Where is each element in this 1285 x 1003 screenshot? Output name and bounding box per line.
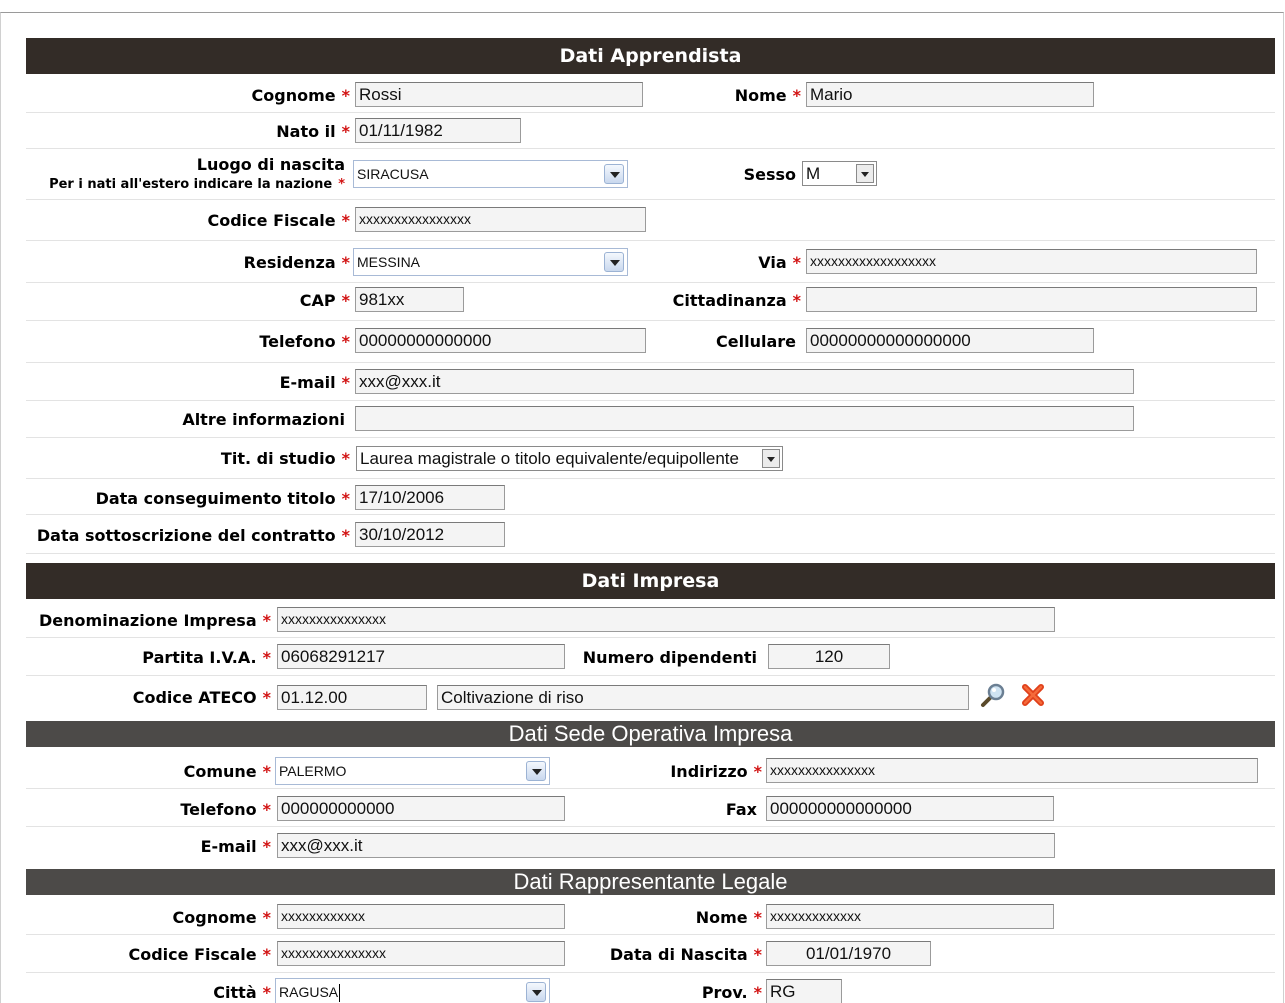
dipendenti-input[interactable]: 120 — [768, 644, 890, 669]
dipendenti-label: Numero dipendenti — [582, 648, 757, 667]
piva-input[interactable]: 06068291217 — [277, 644, 565, 669]
chevron-down-icon[interactable] — [526, 982, 546, 1002]
titolo-select[interactable]: Laurea magistrale o titolo equivalente/e… — [356, 446, 783, 471]
cf-label: Codice Fiscale * — [207, 211, 350, 230]
rapp-nome-label: Nome * — [695, 908, 762, 927]
nato-input[interactable]: 01/11/1982 — [355, 118, 521, 143]
ateco-desc-input[interactable]: Coltivazione di riso — [437, 685, 969, 710]
section-header-sede: Dati Sede Operativa Impresa — [26, 721, 1275, 747]
piva-label: Partita I.V.A. * — [142, 648, 271, 667]
rapp-prov-input[interactable]: RG — [766, 979, 842, 1003]
chevron-down-icon[interactable] — [762, 449, 780, 468]
sede-indirizzo-label: Indirizzo * — [670, 762, 762, 781]
sottoscrizione-input[interactable]: 30/10/2012 — [355, 522, 505, 547]
sede-comune-select[interactable]: PALERMO — [275, 757, 550, 785]
sede-telefono-label: Telefono * — [180, 800, 271, 819]
sede-comune-label: Comune * — [183, 762, 271, 781]
sottoscrizione-label: Data sottoscrizione del contratto * — [36, 526, 350, 545]
ateco-code-input[interactable]: 01.12.00 — [277, 685, 427, 710]
cap-input[interactable]: 981xx — [355, 287, 464, 312]
via-input[interactable]: xxxxxxxxxxxxxxxxxx — [806, 249, 1257, 274]
denominazione-input[interactable]: xxxxxxxxxxxxxxx — [277, 607, 1055, 632]
rapp-cf-input[interactable]: xxxxxxxxxxxxxxx — [277, 941, 565, 966]
sede-indirizzo-input[interactable]: xxxxxxxxxxxxxxx — [766, 758, 1258, 783]
denominazione-label: Denominazione Impresa * — [39, 611, 271, 630]
sede-fax-label: Fax — [725, 800, 757, 819]
luogo-note: Per i nati all'estero indicare la nazion… — [49, 177, 345, 192]
titolo-label: Tit. di studio * — [220, 449, 350, 468]
rapp-citta-select[interactable]: RAGUSA — [275, 978, 550, 1003]
luogo-label: Luogo di nascita — [196, 155, 345, 174]
nome-input[interactable]: Mario — [806, 82, 1094, 107]
rapp-cognome-input[interactable]: xxxxxxxxxxxx — [277, 904, 565, 929]
section-header-apprendista: Dati Apprendista — [26, 38, 1275, 74]
conseguimento-label: Data conseguimento titolo * — [95, 489, 350, 508]
section-header-impresa: Dati Impresa — [26, 563, 1275, 599]
chevron-down-icon[interactable] — [526, 761, 546, 781]
ateco-label: Codice ATECO * — [132, 688, 271, 707]
residenza-label: Residenza * — [243, 253, 350, 272]
cf-input[interactable]: xxxxxxxxxxxxxxxx — [355, 207, 646, 232]
sede-fax-input[interactable]: 000000000000000 — [766, 796, 1054, 821]
sesso-label: Sesso — [743, 165, 796, 184]
rapp-cf-label: Codice Fiscale * — [128, 945, 271, 964]
cognome-input[interactable]: Rossi — [355, 82, 643, 107]
luogo-select[interactable]: SIRACUSA — [353, 160, 628, 188]
chevron-down-icon[interactable] — [604, 252, 624, 272]
nome-label: Nome * — [734, 86, 801, 105]
cittadinanza-label: Cittadinanza * — [672, 291, 801, 310]
email-label: E-mail * — [279, 373, 350, 392]
altre-input[interactable] — [355, 406, 1134, 431]
text-cursor — [339, 984, 341, 1003]
rapp-nascita-label: Data di Nascita * — [609, 945, 762, 964]
cognome-label: Cognome * — [251, 86, 350, 105]
cap-label: CAP * — [299, 291, 350, 310]
via-label: Via * — [758, 253, 801, 272]
conseguimento-input[interactable]: 17/10/2006 — [355, 485, 505, 510]
rapp-nascita-input[interactable]: 01/01/1970 — [766, 941, 931, 966]
cittadinanza-input[interactable] — [806, 287, 1257, 312]
sede-email-input[interactable]: xxx@xxx.it — [277, 833, 1055, 858]
nato-label: Nato il * — [276, 122, 350, 141]
altre-label: Altre informazioni — [182, 410, 345, 429]
sede-email-label: E-mail * — [200, 837, 271, 856]
chevron-down-icon[interactable] — [604, 164, 624, 184]
rapp-prov-label: Prov. * — [701, 983, 762, 1002]
residenza-select[interactable]: MESSINA — [353, 248, 628, 276]
cellulare-label: Cellulare — [716, 332, 796, 351]
rapp-citta-label: Città * — [213, 983, 271, 1002]
section-header-rappresentante: Dati Rappresentante Legale — [26, 869, 1275, 895]
delete-icon[interactable] — [1019, 681, 1047, 709]
telefono-input[interactable]: 00000000000000 — [355, 328, 646, 353]
search-icon[interactable] — [979, 681, 1007, 709]
rapp-cognome-label: Cognome * — [172, 908, 271, 927]
chevron-down-icon[interactable] — [856, 164, 874, 183]
sede-telefono-input[interactable]: 000000000000 — [277, 796, 565, 821]
sesso-select[interactable]: M — [802, 161, 877, 186]
rapp-nome-input[interactable]: xxxxxxxxxxxxx — [766, 904, 1054, 929]
telefono-label: Telefono * — [259, 332, 350, 351]
cellulare-input[interactable]: 00000000000000000 — [806, 328, 1094, 353]
email-input[interactable]: xxx@xxx.it — [355, 369, 1134, 394]
